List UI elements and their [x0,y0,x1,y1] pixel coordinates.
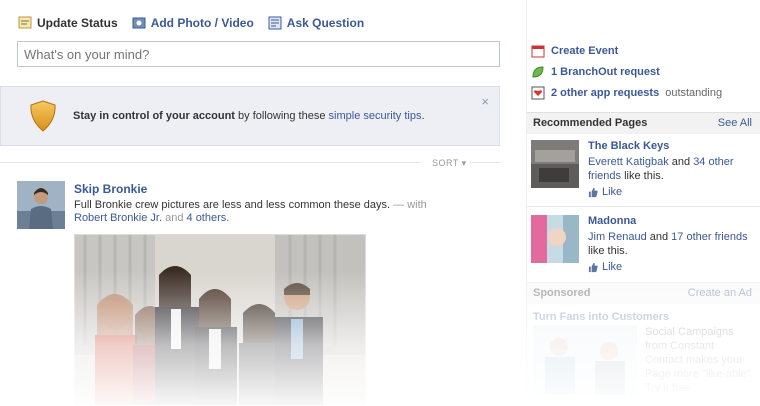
create-ad-link[interactable]: Create an Ad [688,287,752,299]
sidebar-item-label: 1 BranchOut request [551,65,660,78]
feed-divider [0,162,500,163]
story-message-text: Full Bronkie crew pictures are less and … [74,199,391,211]
status-icon [18,16,32,29]
story-photo[interactable] [74,234,366,406]
recommended-pages-title: Recommended Pages [533,117,648,129]
like-label: Like [602,186,623,198]
avatar[interactable] [17,181,65,229]
story-author[interactable]: Skip Bronkie [74,182,147,196]
thumbs-up-icon [588,187,598,197]
divider [527,206,760,207]
recommended-page-item: Madonna Jim Renaud and 17 other friends … [531,215,760,275]
close-icon[interactable]: × [481,94,489,109]
security-tip-box: Stay in control of your account by follo… [0,86,500,146]
ad-text: Social Campaigns from Constant Contact m… [645,326,754,394]
friends-and: and [668,156,694,168]
tagged-person-link[interactable]: Robert Bronkie Jr. [74,212,162,224]
other-friends-link[interactable]: 17 other friends [671,231,747,243]
sponsored-header: Sponsored Create an Ad [527,282,760,304]
column-divider [526,0,527,406]
security-tip-text: Stay in control of your account by follo… [73,110,425,122]
tab-update-status[interactable]: Update Status [18,16,118,30]
composer-tabs: Update Status Add Photo / Video Ask Ques… [18,16,364,30]
tab-ask-question[interactable]: Ask Question [268,16,364,30]
ad-title-link[interactable]: Turn Fans into Customers [533,311,669,323]
ad-image[interactable] [533,325,637,395]
friend-link[interactable]: Jim Renaud [588,231,647,243]
tab-add-photo[interactable]: Add Photo / Video [132,16,254,30]
sidebar-links: Create Event 1 BranchOut request 2 other… [531,40,722,103]
sidebar-item-branchout[interactable]: 1 BranchOut request [531,61,722,82]
story-with-prefix: — with [390,199,427,211]
tab-label: Update Status [37,16,118,30]
tab-label: Ask Question [286,16,365,30]
leaf-icon [532,65,544,78]
like-button[interactable]: Like [588,186,622,198]
page-thumbnail[interactable] [531,215,579,263]
thumbs-up-icon [588,262,598,272]
sidebar-item-label: 2 other app requests [551,86,660,99]
tagged-and: and [162,212,187,224]
page-friends-text: Everett Katigbak and 34 other friends li… [588,155,758,183]
status-input[interactable] [17,41,500,67]
like-button[interactable]: Like [588,261,622,273]
app-request-icon [531,86,545,99]
sidebar-item-label: Create Event [551,44,619,57]
sidebar-item-app-requests[interactable]: 2 other app requests outstanding [531,82,722,103]
page-thumbnail[interactable] [531,140,579,188]
friends-tail: like this. [621,170,664,182]
friends-tail: like this. [588,245,628,257]
sponsored-title: Sponsored [533,287,591,299]
recommended-pages-header: Recommended Pages See All [527,112,760,134]
sort-button[interactable]: SORT ▾ [432,158,467,169]
friends-and: and [646,231,672,243]
see-all-link[interactable]: See All [718,117,752,129]
shield-icon [30,100,56,132]
calendar-icon [531,45,545,57]
page-name-link[interactable]: The Black Keys [588,140,669,152]
story-tagged: Robert Bronkie Jr. and 4 others. [74,212,229,224]
security-tip-end: . [421,110,425,122]
story-message: Full Bronkie crew pictures are less and … [74,199,427,211]
security-tips-link[interactable]: simple security tips [329,110,422,122]
question-icon [268,16,282,30]
tab-label: Add Photo / Video [150,16,254,30]
friend-link[interactable]: Everett Katigbak [588,156,669,168]
sidebar-item-create-event[interactable]: Create Event [531,40,722,61]
tagged-others-link[interactable]: 4 others. [187,212,230,224]
sidebar-item-suffix: outstanding [665,86,723,99]
security-tip-middle: by following these [234,110,329,122]
page-friends-text: Jim Renaud and 17 other friends like thi… [588,230,758,258]
security-tip-bold: Stay in control of your account [73,110,235,122]
page-name-link[interactable]: Madonna [588,215,636,227]
like-label: Like [602,261,623,273]
recommended-page-item: The Black Keys Everett Katigbak and 34 o… [531,140,760,200]
photo-icon [132,17,146,29]
